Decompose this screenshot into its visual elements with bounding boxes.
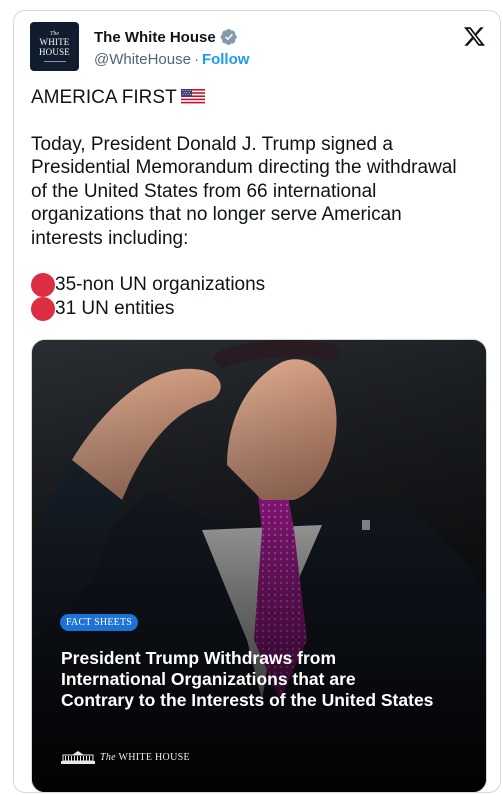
display-name[interactable]: The White House [94,29,216,46]
author-name-row[interactable]: The White House [94,27,238,47]
handle-row: @WhiteHouse · Follow [94,51,249,68]
bullet-text: 35-non UN organizations [55,274,266,296]
tweet-card[interactable]: The WHITE HOUSE The White House @WhiteHo… [13,10,501,793]
wordmark-the: The [100,751,116,763]
avatar-logo-white: WHITE [39,37,70,47]
white-house-building-icon [61,751,95,764]
president-salute-photo [32,340,486,792]
follow-button[interactable]: Follow [202,51,250,68]
bullet-text: 31 UN entities [55,298,175,320]
wordmark-name: WHITE HOUSE [118,751,190,763]
media-image[interactable]: FACT SHEETS President Trump Withdraws fr… [31,339,487,792]
x-logo-icon[interactable] [463,25,486,48]
tweet-headline: AMERICA FIRST [31,87,177,108]
avatar-logo-rule [43,61,66,62]
white-house-wordmark: The WHITE HOUSE [100,752,190,763]
bullet-item: 35-non UN organizations [31,273,493,297]
red-circle-icon [31,273,55,297]
handle[interactable]: @WhiteHouse [94,51,191,68]
tweet-text: AMERICA FIRST Today, President Donald J.… [31,86,493,321]
media-headline: President Trump Withdraws from Internati… [61,648,481,711]
fact-sheets-badge: FACT SHEETS [60,614,139,631]
tweet-paragraph: Today, President Donald J. Trump signed … [31,133,457,249]
us-flag-icon [180,89,205,105]
verified-badge-icon [220,28,237,46]
bullet-item: 31 UN entities [31,297,493,321]
separator-dot: · [193,51,199,68]
white-house-brand: The WHITE HOUSE [61,750,190,764]
avatar-logo-house: HOUSE [38,47,70,57]
media-headline-text: President Trump Withdraws from Internati… [61,648,434,710]
red-circle-icon [31,297,55,321]
avatar[interactable]: The WHITE HOUSE [30,22,79,71]
tweet-headline-line: AMERICA FIRST [31,86,493,110]
